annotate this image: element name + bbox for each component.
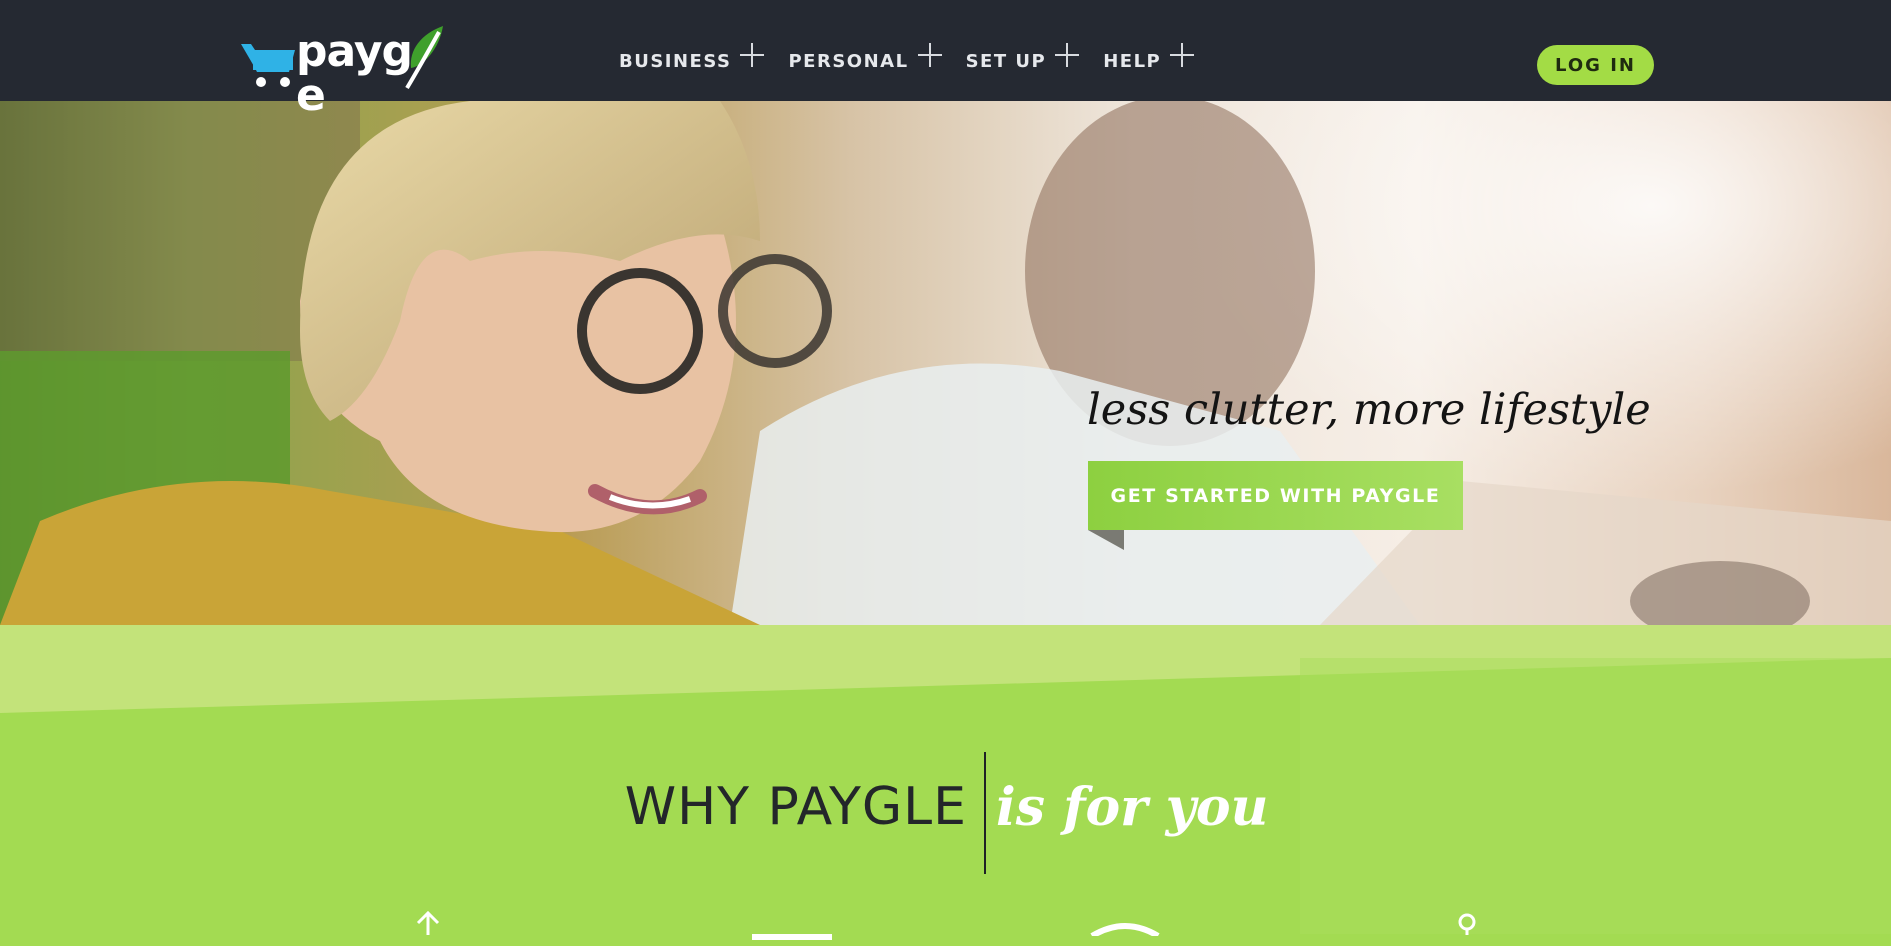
nav-personal[interactable]: PERSONAL [788,43,943,73]
why-heading-left: WHY PAYGLE [624,777,967,837]
main-nav: BUSINESS PERSONAL SET UP HELP [619,43,1218,73]
hero-tagline: less clutter, more lifestyle [1087,385,1651,435]
nav-help-label: HELP [1103,50,1162,72]
shopping-cart-icon [241,42,297,92]
nav-personal-label: PERSONAL [788,50,909,72]
nav-help[interactable]: HELP [1103,43,1196,73]
logo-wordmark: payge [296,30,481,118]
plus-icon[interactable] [738,41,766,73]
plus-icon[interactable] [1053,41,1081,73]
plus-icon[interactable] [916,41,944,73]
nav-business-label: BUSINESS [619,50,732,72]
nav-business[interactable]: BUSINESS [619,43,766,73]
get-started-button[interactable]: GET STARTED WITH PAYGLE [1088,461,1463,530]
heading-divider [984,752,986,874]
logo-wordmark-end: e [296,70,326,121]
hero-photo [0,101,1891,625]
why-heading-right: is for you [996,777,1269,838]
paygle-logo[interactable]: payge [241,24,481,118]
location-pin-icon [1452,913,1482,939]
log-in-button[interactable]: LOG IN [1537,45,1654,85]
arrow-up-icon [408,910,448,939]
nav-set-up-label: SET UP [965,50,1047,72]
site-header: payge BUSINESS PERSONAL SET UP HELP LOG … [0,0,1891,118]
hero-banner: less clutter, more lifestyle GET STARTED… [0,101,1891,625]
plus-icon[interactable] [1168,41,1196,73]
button-fold-shadow [1088,530,1124,550]
feature-icon [752,927,832,946]
feature-icons-row [0,905,1891,940]
why-paygle-heading: WHY PAYGLE is for you [0,752,1891,876]
leaf-icon [403,24,447,94]
nav-set-up[interactable]: SET UP [965,43,1082,73]
feature-icon [1090,921,1160,940]
